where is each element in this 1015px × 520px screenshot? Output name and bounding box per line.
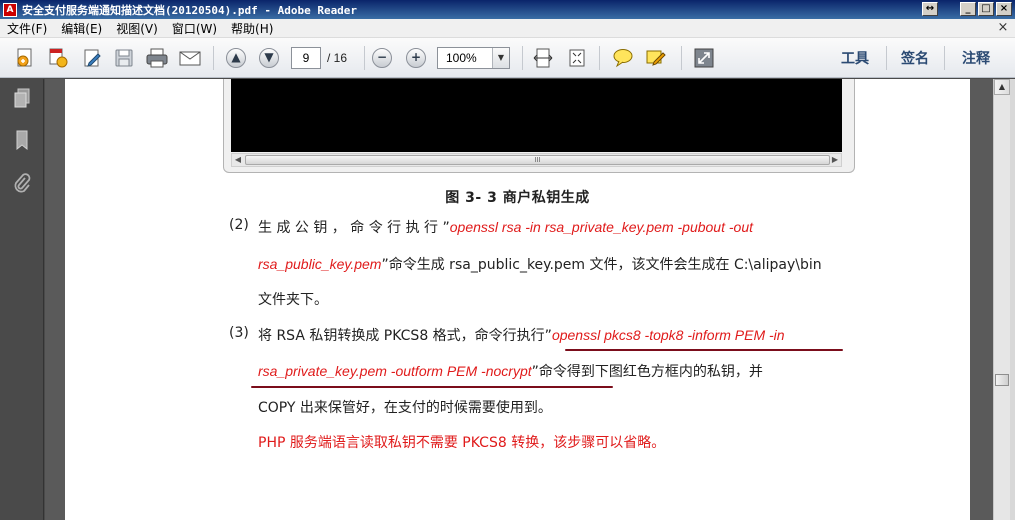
full-screen-icon[interactable] bbox=[692, 46, 716, 70]
window-edge bbox=[1010, 79, 1015, 520]
menu-view[interactable]: 视图(V) bbox=[109, 20, 165, 37]
step-number: (3) bbox=[229, 325, 249, 341]
page-number-input[interactable]: 9 bbox=[291, 47, 321, 69]
step3-line3: COPY 出来保管好，在支付的时候需要使用到。 bbox=[258, 400, 552, 416]
menu-edit[interactable]: 编辑(E) bbox=[54, 20, 109, 37]
minus-icon: − bbox=[372, 48, 392, 68]
arrow-left-icon: ◀ bbox=[234, 155, 242, 164]
scroll-thumb[interactable] bbox=[995, 374, 1009, 386]
minimize-button[interactable]: _ bbox=[960, 2, 976, 16]
embedded-screenshot: ◀ III ▶ bbox=[223, 79, 855, 173]
zoom-in-button[interactable]: + bbox=[404, 46, 428, 70]
vertical-scrollbar[interactable]: ▲ bbox=[993, 79, 1010, 520]
create-pdf-icon[interactable] bbox=[13, 46, 37, 70]
tools-panel-button[interactable]: 工具 bbox=[841, 48, 869, 68]
step-number: (2) bbox=[229, 217, 249, 233]
edit-document-icon[interactable] bbox=[80, 46, 104, 70]
scroll-thumb: III bbox=[245, 155, 830, 165]
navigation-pane bbox=[0, 79, 44, 520]
step2-line3: 文件夹下。 bbox=[258, 292, 328, 308]
step3-command: openssl pkcs8 -topk8 -inform PEM -in bbox=[551, 327, 785, 343]
embedded-horizontal-scrollbar: ◀ III ▶ bbox=[231, 153, 842, 167]
next-page-button[interactable]: ▼ bbox=[257, 46, 281, 70]
scroll-up-icon[interactable]: ▲ bbox=[994, 79, 1010, 95]
fit-page-icon[interactable] bbox=[565, 46, 589, 70]
step3-line2: rsa_private_key.pem -outform PEM -nocryp… bbox=[258, 361, 763, 381]
zoom-select[interactable]: 100% ▼ bbox=[437, 47, 510, 69]
chevron-down-icon[interactable]: ▼ bbox=[492, 48, 509, 68]
toolbar-separator bbox=[681, 46, 682, 70]
page-thumbnails-icon[interactable] bbox=[11, 87, 33, 109]
plus-icon: + bbox=[406, 48, 426, 68]
document-viewport[interactable]: ◀ III ▶ 图 3- 3 商户私钥生成 (2) 生 成 公 钥 ， 命 令 … bbox=[45, 79, 993, 520]
title-bar: A 安全支付服务端通知描述文档(20120504).pdf - Adobe Re… bbox=[0, 0, 1015, 19]
window-controls: ↔ _ □ × bbox=[922, 2, 1012, 16]
arrow-down-icon: ▼ bbox=[259, 48, 279, 68]
sign-panel-button[interactable]: 签名 bbox=[901, 48, 929, 68]
page-total: / 16 bbox=[327, 51, 348, 65]
step3-line2-text: ”命令得到下图红色方框内的私钥，并 bbox=[531, 364, 763, 380]
figure-caption: 图 3- 3 商户私钥生成 bbox=[445, 190, 590, 206]
step2-line1: 生 成 公 钥 ， 命 令 行 执 行 ”openssl rsa -in rsa… bbox=[258, 217, 753, 237]
toolbar-separator bbox=[599, 46, 600, 70]
step2-command-cont: rsa_public_key.pem bbox=[258, 256, 382, 272]
comment-panel-button[interactable]: 注释 bbox=[962, 48, 990, 68]
previous-page-button[interactable]: ▲ bbox=[224, 46, 248, 70]
maximize-button[interactable]: □ bbox=[978, 2, 994, 16]
menu-file[interactable]: 文件(F) bbox=[0, 20, 54, 37]
close-document-icon[interactable]: × bbox=[995, 20, 1011, 36]
step3-command-cont: rsa_private_key.pem -outform PEM -nocryp… bbox=[258, 363, 532, 379]
step3-line1-prefix: 将 RSA 私钥转换成 PKCS8 格式，命令行执行” bbox=[258, 328, 552, 344]
attachments-icon[interactable] bbox=[11, 172, 33, 194]
step2-line1-prefix: 生 成 公 钥 ， 命 令 行 执 行 ” bbox=[258, 220, 450, 236]
annotation-underline bbox=[565, 349, 843, 351]
step2-line2: rsa_public_key.pem”命令生成 rsa_public_key.p… bbox=[258, 254, 822, 274]
email-icon[interactable] bbox=[178, 46, 202, 70]
menu-help[interactable]: 帮助(H) bbox=[224, 20, 280, 37]
window-title: 安全支付服务端通知描述文档(20120504).pdf - Adobe Read… bbox=[22, 3, 358, 17]
toolbar-separator bbox=[886, 46, 887, 70]
zoom-value: 100% bbox=[446, 51, 477, 65]
step2-command: openssl rsa -in rsa_private_key.pem -pub… bbox=[449, 219, 753, 235]
step3-line1: 将 RSA 私钥转换成 PKCS8 格式，命令行执行”openssl pkcs8… bbox=[258, 325, 785, 345]
bookmarks-icon[interactable] bbox=[11, 129, 33, 151]
pdf-page: ◀ III ▶ 图 3- 3 商户私钥生成 (2) 生 成 公 钥 ， 命 令 … bbox=[65, 79, 970, 520]
adobe-reader-icon: A bbox=[3, 2, 17, 17]
menu-window[interactable]: 窗口(W) bbox=[165, 20, 224, 37]
save-icon[interactable] bbox=[112, 46, 136, 70]
restore-size-button[interactable]: ↔ bbox=[922, 2, 938, 16]
toolbar-separator bbox=[522, 46, 523, 70]
step2-line2-text: ”命令生成 rsa_public_key.pem 文件，该文件会生成在 C:\a… bbox=[381, 257, 822, 273]
toolbar-separator bbox=[364, 46, 365, 70]
sticky-note-icon[interactable] bbox=[611, 46, 635, 70]
arrow-up-icon: ▲ bbox=[226, 48, 246, 68]
combine-files-icon[interactable] bbox=[46, 46, 70, 70]
zoom-out-button[interactable]: − bbox=[370, 46, 394, 70]
annotation-underline bbox=[251, 386, 613, 388]
menu-bar: 文件(F) 编辑(E) 视图(V) 窗口(W) 帮助(H) × bbox=[0, 19, 1015, 38]
fit-width-icon[interactable] bbox=[531, 46, 555, 70]
console-window bbox=[231, 79, 842, 152]
print-icon[interactable] bbox=[145, 46, 169, 70]
toolbar-separator bbox=[213, 46, 214, 70]
toolbar-separator bbox=[944, 46, 945, 70]
close-button[interactable]: × bbox=[996, 2, 1012, 16]
php-note: PHP 服务端语言读取私钥不需要 PKCS8 转换，该步骤可以省略。 bbox=[258, 435, 666, 451]
arrow-right-icon: ▶ bbox=[831, 155, 839, 164]
highlight-text-icon[interactable] bbox=[644, 46, 668, 70]
